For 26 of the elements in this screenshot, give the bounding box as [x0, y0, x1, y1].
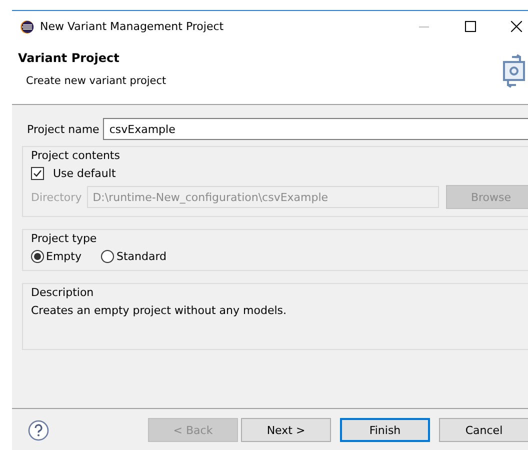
dialog-button[interactable]: Finish — [340, 418, 430, 442]
field-label: Project name — [26, 122, 100, 136]
close-icon[interactable] — [510, 21, 522, 32]
page-title: Variant Project — [18, 51, 120, 65]
group-title: Project contents — [31, 149, 121, 162]
project-name-field[interactable]: csvExample — [103, 118, 528, 140]
window-title: New Variant Management Project — [40, 20, 225, 33]
radio-option[interactable]: Empty — [31, 250, 82, 263]
help-icon[interactable] — [28, 420, 49, 440]
dialog-button[interactable]: Next > — [241, 418, 331, 442]
description-text: Creates an empty project without any models. — [31, 304, 288, 317]
checkbox[interactable] — [31, 167, 44, 180]
group-title: Project type — [31, 232, 98, 245]
radio-label: Standard — [116, 250, 167, 263]
checkbox-label: Use default — [52, 167, 116, 180]
radio-label: Empty — [46, 250, 82, 263]
maximize-icon[interactable] — [464, 21, 476, 32]
wizard-banner-icon — [500, 54, 528, 90]
group-title: Description — [31, 286, 95, 299]
field-label: Directory — [31, 190, 82, 204]
app-icon — [20, 20, 34, 34]
page-subtitle: Create new variant project — [25, 75, 168, 87]
dialog-button[interactable]: Cancel — [439, 418, 528, 442]
radio-button[interactable] — [101, 250, 114, 263]
radio-button[interactable] — [31, 250, 44, 263]
radio-option[interactable]: Standard — [101, 250, 167, 263]
